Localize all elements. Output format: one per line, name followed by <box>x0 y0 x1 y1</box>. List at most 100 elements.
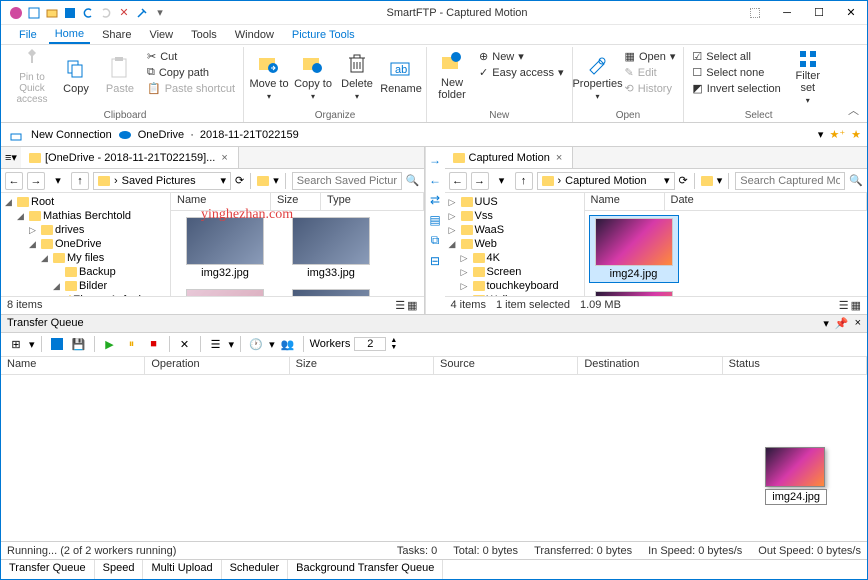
nav-back-btn[interactable]: ← <box>449 172 467 190</box>
btab-multi-upload[interactable]: Multi Upload <box>143 560 221 579</box>
tq-disk-icon[interactable] <box>48 335 66 353</box>
nav-forward-btn[interactable]: → <box>27 172 45 190</box>
left-tree[interactable]: ◢Root◢Mathias Berchtold▷drives◢OneDrive◢… <box>1 193 171 296</box>
right-tree[interactable]: ▷UUS▷Vss▷WaaS◢Web▷4K▷Screen▷touchkeyboar… <box>445 193 585 296</box>
menu-view[interactable]: View <box>143 27 179 43</box>
tcol-operation[interactable]: Operation <box>145 357 289 374</box>
menu-share[interactable]: Share <box>96 27 137 43</box>
properties-button[interactable]: Properties ▾ <box>577 47 619 105</box>
tq-remove-icon[interactable]: ✕ <box>176 335 194 353</box>
right-thumbs[interactable]: img24.jpg <box>585 211 868 296</box>
tree-toggle-icon[interactable]: ▷ <box>461 267 471 278</box>
qat-tools-icon[interactable] <box>135 6 149 20</box>
thumbnail[interactable]: img34.jpg <box>175 287 275 296</box>
cut-button[interactable]: ✂Cut <box>143 49 239 64</box>
sync-icon[interactable]: ⇄ <box>430 193 440 207</box>
tree-item[interactable]: ◢Mathias Berchtold <box>3 209 168 223</box>
view-list-icon[interactable]: ☰ <box>839 299 849 312</box>
pin-button[interactable]: Pin to Quick access <box>11 47 53 105</box>
view-thumb-icon[interactable]: ▦ <box>851 299 861 312</box>
transfer-left-icon[interactable]: ← <box>429 173 441 187</box>
tree-toggle-icon[interactable]: ▷ <box>461 253 471 264</box>
tcol-destination[interactable]: Destination <box>578 357 722 374</box>
copy-icon[interactable]: ⧉ <box>431 233 440 248</box>
tcol-name[interactable]: Name <box>1 357 145 374</box>
search-icon[interactable]: 🔍 <box>406 174 420 187</box>
tree-toggle-icon[interactable]: ◢ <box>449 239 459 250</box>
filter-set-button[interactable]: Filter set ▾ <box>787 47 829 105</box>
left-thumbs[interactable]: img32.jpgimg33.jpgimg34.jpgimg35.jpgimg2… <box>171 211 424 296</box>
history-button[interactable]: ⟲History <box>621 81 680 96</box>
tcol-size[interactable]: Size <box>290 357 434 374</box>
new-folder-button[interactable]: New folder <box>431 47 473 105</box>
thumbnail[interactable]: img35.jpg <box>281 287 381 296</box>
refresh-icon[interactable]: ⟳ <box>679 174 688 187</box>
tree-item[interactable]: ▷4K <box>447 251 582 265</box>
tab-menu-icon[interactable]: ≡▾ <box>1 151 21 164</box>
tree-item[interactable]: ◢Root <box>3 195 168 209</box>
search-input[interactable] <box>297 175 397 187</box>
new-connection-icon[interactable] <box>7 126 25 144</box>
paste-shortcut-button[interactable]: 📋Paste shortcut <box>143 81 239 96</box>
path-dropdown-icon[interactable]: ▾ <box>221 174 227 187</box>
chevron-down-icon[interactable]: ▾ <box>269 338 275 351</box>
tree-item[interactable]: Backup <box>3 265 168 279</box>
tree-toggle-icon[interactable]: ◢ <box>53 281 63 292</box>
path-dropdown-icon[interactable]: ▾ <box>664 174 670 187</box>
qat-redo-icon[interactable] <box>99 6 113 20</box>
minimize-btn[interactable]: ─ <box>771 1 803 25</box>
favorite-add-icon[interactable]: ★⁺ <box>829 128 845 141</box>
qat-save-icon[interactable] <box>63 6 77 20</box>
search-box[interactable] <box>292 172 402 190</box>
nav-back-btn[interactable]: ← <box>5 172 23 190</box>
tree-item[interactable]: ◢Bilder <box>3 279 168 293</box>
menu-file[interactable]: File <box>13 27 43 43</box>
path-box[interactable]: › Saved Pictures ▾ <box>93 172 231 190</box>
panel-close-icon[interactable]: × <box>855 317 861 329</box>
tq-play-icon[interactable]: ▶ <box>101 335 119 353</box>
favorite-icon[interactable]: ★ <box>851 128 861 141</box>
col-type[interactable]: Type <box>321 193 424 210</box>
nav-up-btn[interactable]: ↑ <box>515 172 533 190</box>
tree-toggle-icon[interactable]: ▷ <box>449 211 459 222</box>
tree-item[interactable]: ▷UUS <box>447 195 582 209</box>
copy-button[interactable]: Copy <box>55 47 97 105</box>
col-name[interactable]: Name <box>585 193 665 210</box>
rename-button[interactable]: ab Rename <box>380 47 422 105</box>
tq-save-icon[interactable]: 💾 <box>70 335 88 353</box>
move-to-button[interactable]: Move to ▾ <box>248 47 290 105</box>
onedrive-label[interactable]: OneDrive <box>138 129 184 141</box>
tree-toggle-icon[interactable]: ▷ <box>461 281 471 292</box>
close-btn[interactable]: ✕ <box>835 1 867 25</box>
transfer-body[interactable] <box>1 375 867 542</box>
new-connection-label[interactable]: New Connection <box>31 129 112 141</box>
qat-dropdown-icon[interactable]: ▾ <box>153 6 167 20</box>
tree-item[interactable]: ▷drives <box>3 223 168 237</box>
tree-toggle-icon[interactable]: ▷ <box>449 197 459 208</box>
nav-history-icon[interactable]: ▾ <box>493 172 511 190</box>
search-icon[interactable]: 🔍 <box>849 174 863 187</box>
menu-picture-tools[interactable]: Picture Tools <box>286 27 361 43</box>
tree-toggle-icon[interactable]: ▷ <box>449 225 459 236</box>
open-button[interactable]: ▦Open▾ <box>621 49 680 64</box>
tree-toggle-icon[interactable]: ◢ <box>5 197 15 208</box>
chevron-down-icon[interactable]: ▾ <box>273 174 279 187</box>
tree-toggle-icon[interactable]: ◢ <box>29 239 39 250</box>
view-thumb-icon[interactable]: ▦ <box>407 299 417 312</box>
tree-toggle-icon[interactable]: ▷ <box>29 225 39 236</box>
menu-tools[interactable]: Tools <box>185 27 223 43</box>
refresh-icon[interactable]: ⟳ <box>235 174 244 187</box>
qat-new-icon[interactable] <box>27 6 41 20</box>
folder-icon[interactable] <box>257 176 269 186</box>
ribbon-collapse-icon[interactable]: ︿ <box>848 102 859 118</box>
qat-open-icon[interactable] <box>45 6 59 20</box>
tq-stop-icon[interactable]: ■ <box>145 335 163 353</box>
workers-input[interactable] <box>354 337 386 351</box>
paste-button[interactable]: Paste <box>99 47 141 105</box>
tree-item[interactable]: ◢My files <box>3 251 168 265</box>
fullscreen-btn[interactable] <box>739 1 771 25</box>
btab-background[interactable]: Background Transfer Queue <box>288 560 443 579</box>
tab-close-icon[interactable]: × <box>219 152 229 164</box>
tq-schedule-icon[interactable]: 🕐 <box>247 335 265 353</box>
nav-up-btn[interactable]: ↑ <box>71 172 89 190</box>
